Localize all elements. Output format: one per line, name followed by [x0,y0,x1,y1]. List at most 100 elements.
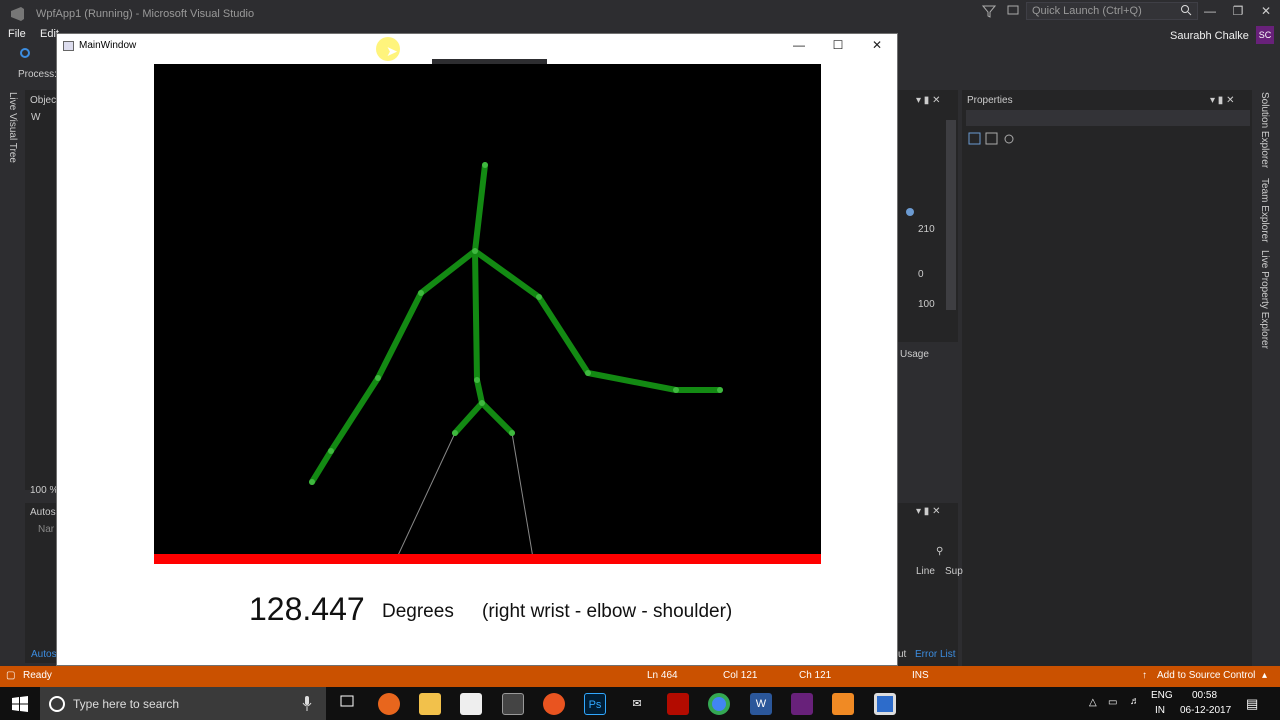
cortana-icon [49,696,65,712]
joint-wrR [673,387,679,393]
angle-readout: 128.447 Degrees (right wrist - elbow - s… [57,589,899,639]
menu-file[interactable]: File [8,28,26,40]
properties-left-panel: ▾ ▮ ✕ 210 0 100 [898,90,958,342]
bone-elL-wrL [328,375,381,454]
tray-chevron-icon[interactable]: △ [1089,697,1097,708]
joint-hip [479,400,485,406]
filter-icon[interactable] [982,4,996,18]
minimize-button[interactable]: — [789,38,809,52]
user-name[interactable]: Saurabh Chalke [1170,30,1249,42]
avatar[interactable]: SC [1256,26,1274,44]
scrollbar[interactable] [946,120,956,310]
language-primary[interactable]: ENG [1151,690,1173,701]
vs-window-title: WpfApp1 (Running) - Microsoft Visual Stu… [36,8,255,20]
arrow-up-icon: ↑ [1142,670,1147,681]
panel-controls[interactable]: ▾ ▮ ✕ [916,95,940,106]
build-icon: ▢ [6,670,16,681]
bone-hip-hipR [479,400,515,436]
joint-shL [418,290,424,296]
sup-column-header: Sup [945,566,963,577]
search-placeholder: Type here to search [73,697,180,711]
output-tab[interactable]: ut [898,649,906,660]
clock-time[interactable]: 00:58 [1192,690,1217,701]
angle-value: 128.447 [249,591,365,627]
mouse-pointer-icon: ➤ [386,43,398,59]
chrome-icon[interactable] [708,693,730,715]
bone-neck-shR [472,248,542,300]
bone-hip-hipL [452,400,485,436]
autos-panel: Autos Nar [25,503,56,663]
live-visual-tree-panel: Objec W [25,90,56,490]
autos-tab[interactable]: Autos [31,649,57,660]
status-ready: Ready [23,670,52,681]
properties-panel-controls[interactable]: ▾ ▮ ✕ [1210,95,1234,106]
back-icon[interactable] [18,47,32,59]
language-secondary[interactable]: IN [1155,705,1165,716]
autos-title: Autos [30,507,56,518]
microphone-icon[interactable] [302,696,312,712]
close-button[interactable]: ✕ [867,38,887,52]
volume-icon[interactable]: ♬ [1130,696,1140,707]
live-property-explorer-tab[interactable]: Live Property Explorer [1259,250,1270,349]
floor-bar [154,554,821,564]
running-app-icon[interactable] [874,693,896,715]
calculator-icon[interactable] [502,693,524,715]
word-icon[interactable]: W [750,693,772,715]
taskbar-search[interactable]: Type here to search [40,687,326,720]
search-icon[interactable]: ⚲ [936,546,943,557]
status-char: Ch 121 [799,670,832,681]
bone-spine-hip [474,377,485,406]
properties-title: Properties [967,95,1013,106]
bone-head-neck [472,162,488,254]
bone-neck-shL [418,248,478,296]
task-view-icon[interactable] [336,693,358,715]
status-ins: INS [912,670,929,681]
notifications-icon[interactable]: ▤ [1246,696,1258,712]
error-list-panel: ▾ ▮ ✕ ⚲ Line Sup [898,503,963,666]
battery-icon[interactable]: ▭ [1108,697,1117,708]
tree-item[interactable]: W [31,112,40,123]
vlc-icon[interactable] [832,693,854,715]
zoom-level[interactable]: 100 % [30,485,58,496]
joint-hipR [509,430,515,436]
live-visual-tree-tab[interactable]: Live Visual Tree [7,92,18,163]
search-icon[interactable] [1180,4,1192,16]
object-selector[interactable] [966,110,1250,126]
photoshop-icon[interactable]: Ps [584,693,606,715]
vs-titlebar: WpfApp1 (Running) - Microsoft Visual Stu… [0,0,1280,28]
firefox-icon[interactable] [378,693,400,715]
maximize-button[interactable]: ☐ [828,38,848,52]
property-value-0: 0 [918,269,924,280]
skeleton-canvas [154,64,821,564]
visual-studio-icon[interactable] [791,693,813,715]
error-panel-controls[interactable]: ▾ ▮ ✕ [916,506,940,517]
windows-start-icon[interactable] [12,696,28,712]
vs-statusbar: ▢ Ready Ln 464 Col 121 Ch 121 INS ↑ Add … [0,666,1280,687]
ubuntu-icon[interactable] [543,693,565,715]
solution-explorer-tab[interactable]: Solution Explorer [1259,92,1270,168]
mail-icon[interactable]: ✉ [626,693,648,715]
vs-maximize-button[interactable]: ❐ [1228,4,1248,18]
feedback-icon[interactable] [1006,4,1020,18]
window-icon [63,41,74,51]
team-explorer-tab[interactable]: Team Explorer [1259,178,1270,242]
clock-date[interactable]: 06-12-2017 [1180,705,1231,716]
acrobat-icon[interactable] [667,693,689,715]
add-to-source-control-button[interactable]: Add to Source Control [1157,670,1255,681]
error-list-tab[interactable]: Error List [915,649,956,660]
properties-toolbar-icons[interactable] [968,132,1024,146]
file-explorer-icon[interactable] [419,693,441,715]
bone-shR-elR [536,294,591,376]
store-icon[interactable] [460,693,482,715]
vs-minimize-button[interactable]: — [1200,4,1220,18]
vs-close-button[interactable]: ✕ [1256,4,1276,18]
joint-spine [474,377,480,383]
windows-taskbar: Type here to search Ps ✉ W △ ▭ ♬ ENG IN … [0,687,1280,720]
joint-hdR [717,387,723,393]
chevron-up-icon[interactable]: ▴ [1262,670,1267,681]
bone-shL-elL [375,290,424,381]
quick-launch-input[interactable]: Quick Launch (Ctrl+Q) [1026,2,1198,20]
object-column-header: Objec [30,95,57,106]
joint-elL [375,375,381,381]
properties-panel: Properties ▾ ▮ ✕ [962,90,1252,666]
